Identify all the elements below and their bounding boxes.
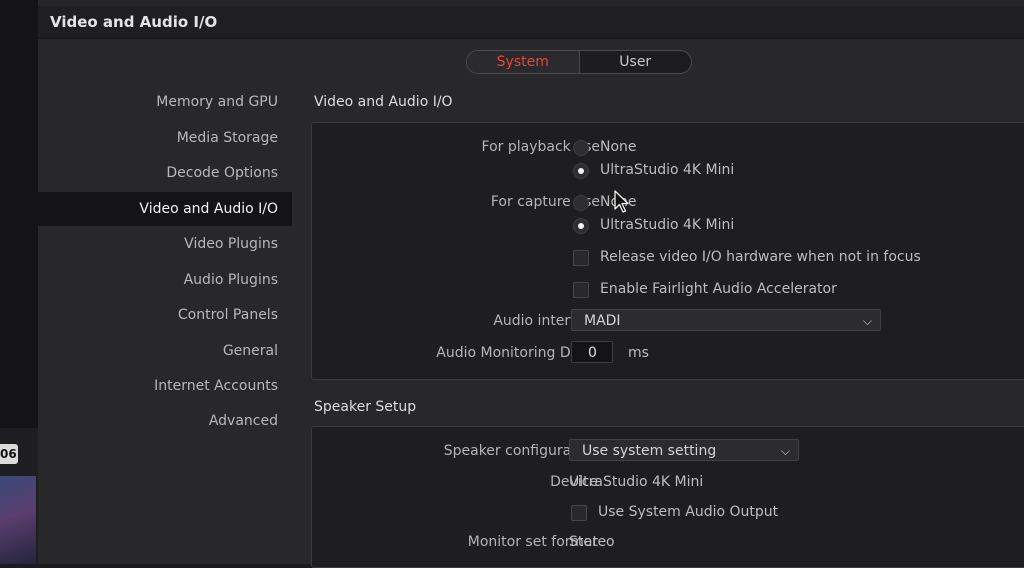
capture-none-radio[interactable] [573,195,589,211]
audio-interface-value: MADI [584,313,621,329]
audio-interface-select[interactable]: MADI ⌵ [571,309,881,331]
io-panel: For playback use None UltraStudio 4K Min… [311,122,1024,380]
chevron-down-icon: ⌵ [780,444,790,458]
speaker-config-value: Use system setting [582,443,717,459]
release-hardware-checkbox[interactable] [573,250,589,266]
playback-ultrastudio-radio[interactable] [573,163,589,179]
preferences-tabs: System User [466,50,692,74]
sidebar-item-advanced[interactable]: Advanced [209,413,278,429]
playback-none-label: None [600,139,637,155]
background-timecode: 06 [0,444,18,464]
system-audio-output-label: Use System Audio Output [598,504,779,520]
device-value: UltraStudio 4K Mini [569,474,704,490]
sidebar-item-video-plugins[interactable]: Video Plugins [184,236,278,252]
capture-ultrastudio-label: UltraStudio 4K Mini [600,217,735,233]
fairlight-accelerator-checkbox[interactable] [573,282,589,298]
speaker-section-title: Speaker Setup [314,399,417,415]
capture-ultrastudio-radio[interactable] [573,218,589,234]
sidebar-item-decode-options[interactable]: Decode Options [166,165,278,181]
playback-ultrastudio-label: UltraStudio 4K Mini [600,162,735,178]
monitoring-delay-unit: ms [628,345,649,361]
system-audio-output-checkbox[interactable] [571,505,587,521]
dialog-header: Video and Audio I/O [38,6,1024,39]
speaker-config-select[interactable]: Use system setting ⌵ [569,439,799,461]
monitoring-delay-input[interactable]: 0 [571,341,613,363]
tab-user[interactable]: User [580,51,692,73]
sidebar-item-memory-gpu[interactable]: Memory and GPU [156,94,278,110]
io-section-title: Video and Audio I/O [314,94,453,110]
sidebar-item-internet-accounts[interactable]: Internet Accounts [154,378,278,394]
sidebar-item-video-audio-io[interactable]: Video and Audio I/O [139,201,278,217]
tab-system[interactable]: System [467,51,580,73]
dialog-title: Video and Audio I/O [50,13,218,31]
preferences-dialog: Video and Audio I/O System User Memory a… [38,6,1024,568]
sidebar-item-general[interactable]: General [223,343,278,359]
chevron-down-icon: ⌵ [862,314,872,328]
background-thumbnail [0,476,36,564]
sidebar-item-control-panels[interactable]: Control Panels [178,307,278,323]
monitor-format-value: Stereo [569,534,615,550]
sidebar-item-media-storage[interactable]: Media Storage [177,130,278,146]
playback-none-radio[interactable] [573,140,589,156]
fairlight-accelerator-label: Enable Fairlight Audio Accelerator [600,281,837,297]
mouse-cursor-icon [614,190,629,213]
release-hardware-label: Release video I/O hardware when not in f… [600,249,921,265]
speaker-panel: Speaker configuration Use system setting… [311,426,1024,568]
sidebar-item-audio-plugins[interactable]: Audio Plugins [184,272,278,288]
